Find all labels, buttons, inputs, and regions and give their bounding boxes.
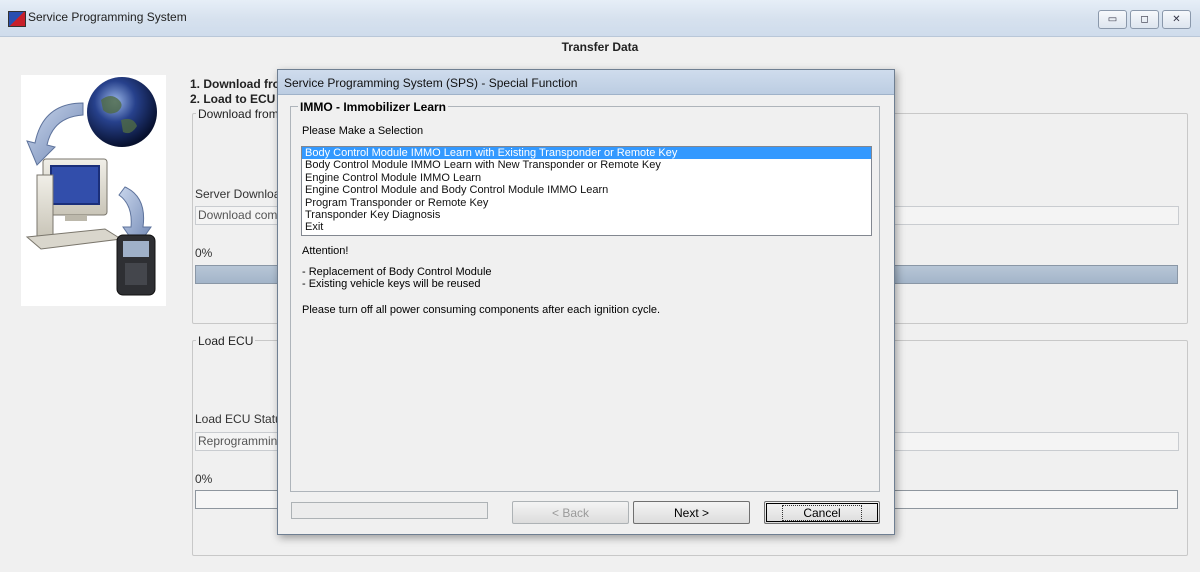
server-download-label: Server Download: [195, 187, 288, 201]
attention-heading: Attention!: [302, 245, 349, 257]
list-item-bcm-new-key[interactable]: Body Control Module IMMO Learn with New …: [302, 159, 871, 171]
load-ecu-legend: Load ECU: [196, 334, 256, 348]
function-listbox[interactable]: Body Control Module IMMO Learn with Exis…: [301, 146, 872, 236]
step-load: 2. Load to ECU: [190, 92, 276, 106]
list-item-program-transponder[interactable]: Program Transponder or Remote Key: [302, 197, 871, 209]
note-keys-reused: - Existing vehicle keys will be reused: [302, 278, 481, 290]
list-item-transponder-diagnosis[interactable]: Transponder Key Diagnosis: [302, 209, 871, 221]
load-progress-text: 0%: [195, 472, 213, 486]
illustration: [21, 75, 166, 306]
cancel-button[interactable]: Cancel: [764, 501, 880, 524]
main-window-title: Service Programming System: [28, 10, 187, 24]
download-progress-text: 0%: [195, 246, 213, 260]
dialog-progress-bar: [291, 502, 488, 519]
sps-illustration-icon: [25, 77, 157, 296]
minimize-button[interactable]: ▭: [1098, 10, 1127, 29]
load-ecu-status-label: Load ECU Statu: [195, 412, 282, 426]
back-button[interactable]: < Back: [512, 501, 629, 524]
note-bcm-replacement: - Replacement of Body Control Module: [302, 266, 492, 278]
list-item-ecm-immo-learn[interactable]: Engine Control Module IMMO Learn: [302, 172, 871, 184]
special-function-dialog: Service Programming System (SPS) - Speci…: [277, 69, 895, 535]
next-button[interactable]: Next >: [633, 501, 750, 524]
list-item-exit[interactable]: Exit: [302, 221, 871, 233]
list-item-bcm-existing-key[interactable]: Body Control Module IMMO Learn with Exis…: [302, 147, 871, 160]
main-title-bar: Service Programming System ▭ ◻ ✕: [0, 0, 1200, 37]
selection-prompt: Please Make a Selection: [302, 125, 424, 137]
maximize-button[interactable]: ◻: [1130, 10, 1159, 29]
dialog-title-bar[interactable]: Service Programming System (SPS) - Speci…: [278, 70, 894, 95]
dialog-title: Service Programming System (SPS) - Speci…: [284, 76, 578, 90]
cancel-button-label: Cancel: [782, 504, 862, 521]
immo-group-legend: IMMO - Immobilizer Learn: [298, 100, 449, 114]
close-button[interactable]: ✕: [1162, 10, 1191, 29]
app-icon: [8, 11, 26, 27]
step-download: 1. Download from: [190, 77, 291, 91]
page-heading: Transfer Data: [561, 40, 639, 54]
list-item-ecm-bcm-immo-learn[interactable]: Engine Control Module and Body Control M…: [302, 184, 871, 196]
note-power-off: Please turn off all power consuming comp…: [302, 304, 661, 316]
download-group-legend: Download from: [196, 107, 281, 121]
